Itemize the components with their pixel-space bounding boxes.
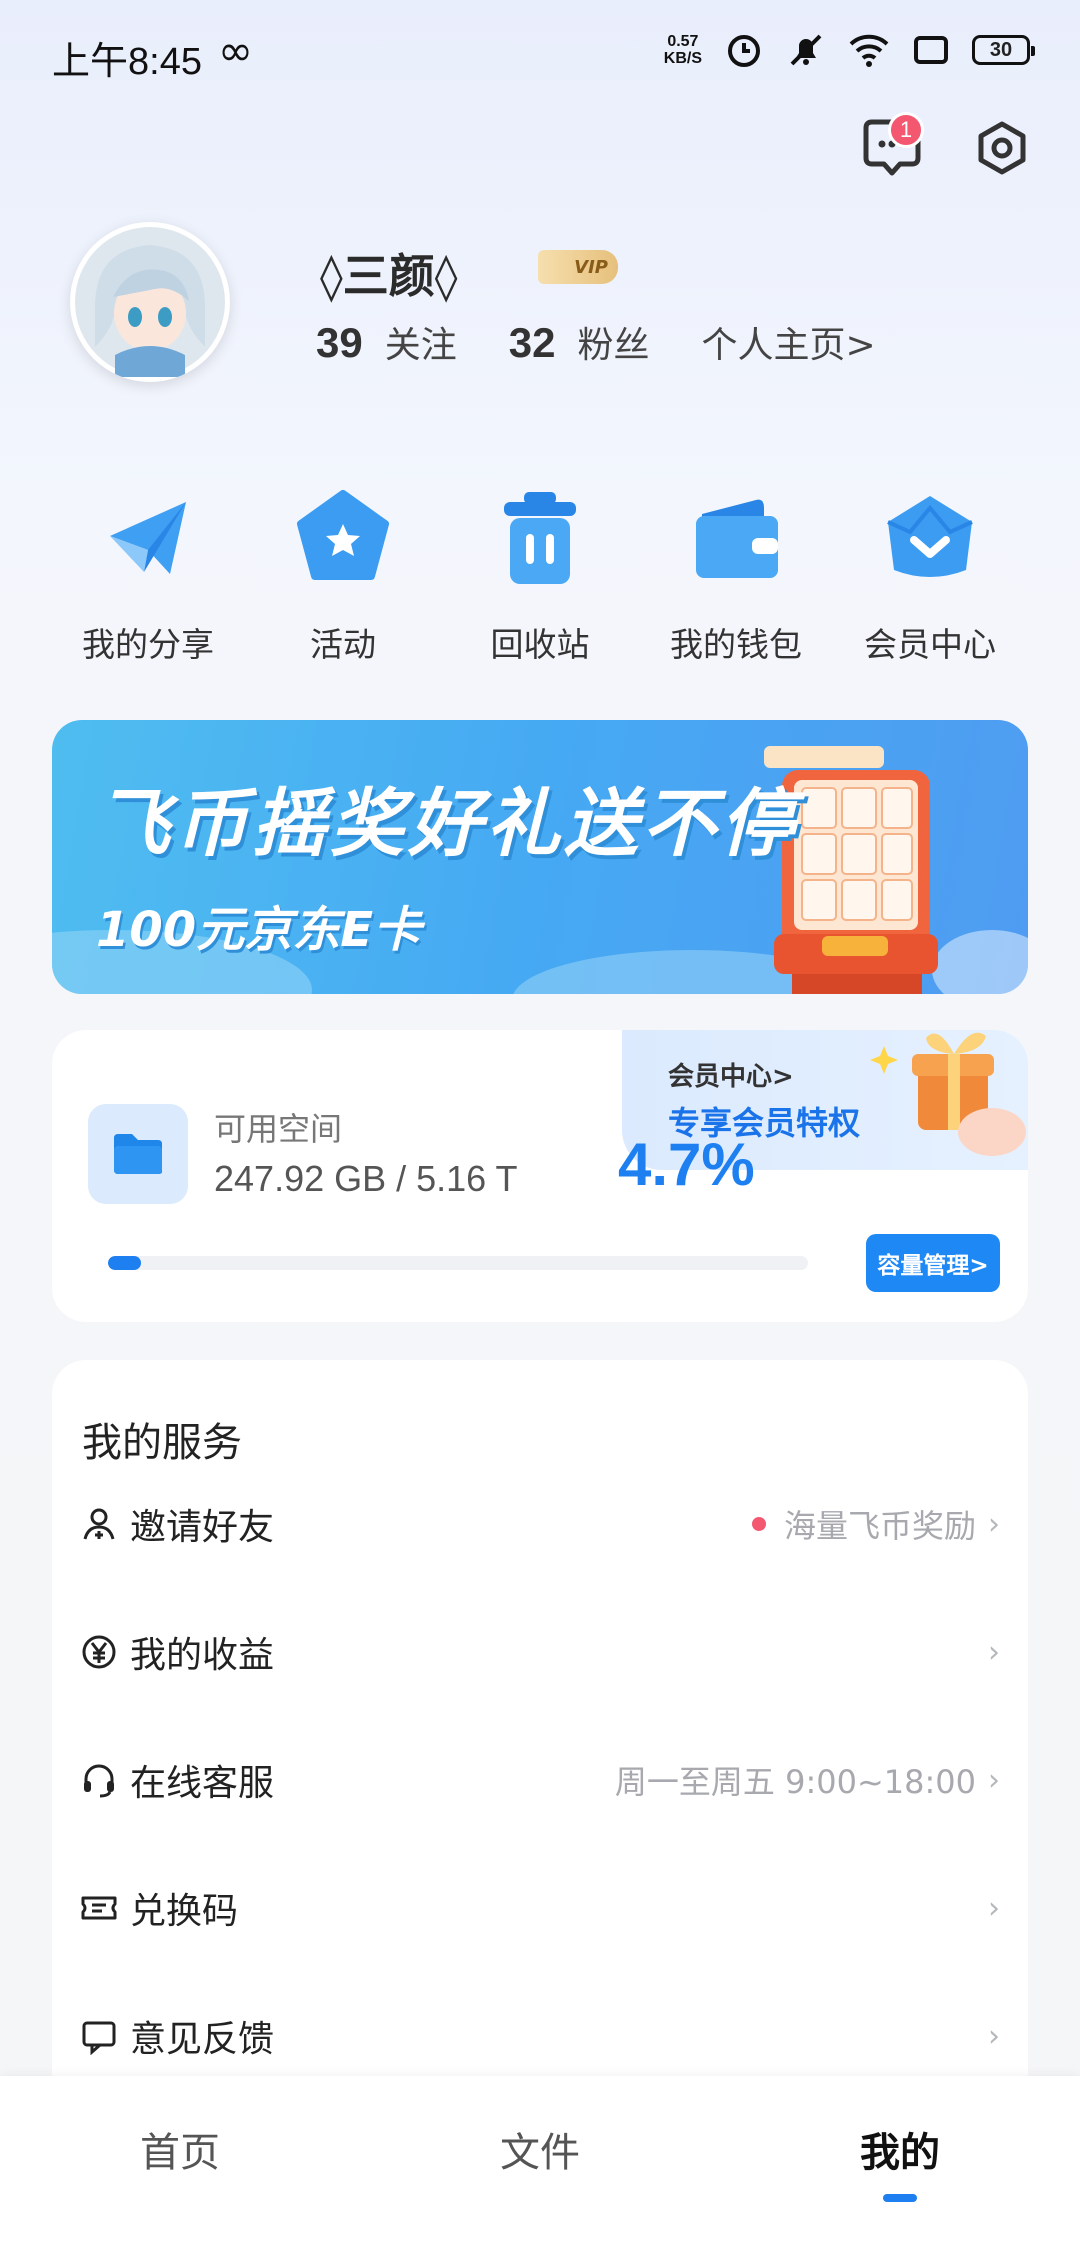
net-speed-unit: KB/S [663,50,702,67]
infinity-icon: ∞ [218,26,253,75]
storage-card: 会员中心> 专享会员特权 可用空间 247.92 GB / 5.16 T 4.7… [52,1030,1028,1322]
headset-icon [84,1764,114,1798]
folder-icon [114,1134,162,1174]
quick-action-label: 我的分享 [82,625,214,664]
yuan-coin-icon [82,1635,116,1669]
my-services-card: 我的服务 邀请好友 海量飞币奖励 › 我的收益 › 在线客服 周一至周五 9:0… [52,1360,1028,2180]
bottom-navigation: 首页 文件 我的 [0,2076,1080,2244]
service-hint: 海量飞币奖励 [783,1507,976,1545]
status-bar: 上午8:45 ∞ 0.57 KB/S 30 [0,0,1080,110]
service-item-redeem-code[interactable]: 兑换码 › [52,1844,1028,1972]
service-label: 兑换码 [130,1891,239,1932]
service-label: 我的收益 [130,1635,275,1676]
capacity-manage-button[interactable]: 容量管理> [866,1234,1000,1292]
chevron-right-icon: › [988,1634,1000,1670]
crown-icon [887,496,973,577]
wallet-icon [696,499,778,578]
trash-icon [504,492,576,584]
service-label: 在线客服 [130,1763,275,1804]
chevron-right-icon: › [988,1506,1000,1542]
service-item-online-support[interactable]: 在线客服 周一至周五 9:00~18:00 › [52,1716,1028,1844]
service-item-my-earnings[interactable]: 我的收益 › [52,1588,1028,1716]
promo-banner[interactable]: 飞币摇奖好礼送不停 100元京东E卡 [52,720,1028,994]
net-speed-value: 0.57 [667,33,699,50]
space-label: 可用空间 [214,1110,343,1148]
banner-title: 飞币摇奖好礼送不停 [96,781,798,867]
paper-plane-icon [110,502,186,574]
wifi-icon [849,34,889,67]
net-speed: 0.57 KB/S [664,33,702,67]
service-label: 意见反馈 [130,2019,275,2060]
nav-files[interactable]: 文件 [440,2120,640,2178]
settings-icon[interactable] [974,120,1030,176]
service-hint: 周一至周五 9:00~18:00 [614,1763,976,1801]
invite-user-icon [83,1508,115,1540]
service-right: 周一至周五 9:00~18:00 [615,1757,976,1803]
mute-icon [790,34,822,66]
quick-actions: 我的分享 活动 回收站 我的钱包 会员中心 [0,488,1080,678]
following-count[interactable]: 39 [316,319,363,367]
gift-icon [870,1032,1026,1156]
chevron-right-icon: › [988,2018,1000,2054]
banner-subtitle: 100元京东E卡 [96,902,421,958]
quick-action-recycle-bin[interactable]: 回收站 [455,488,625,666]
ticket-icon [81,1896,117,1920]
avatar[interactable] [70,222,230,382]
status-icons: 0.57 KB/S 30 [664,30,1035,70]
storage-progress-fill [108,1256,141,1270]
fans-count[interactable]: 32 [509,319,556,367]
space-value: 247.92 GB / 5.16 T [214,1158,518,1199]
vip-center-link[interactable]: 会员中心> [668,1056,794,1093]
nav-active-indicator [883,2194,917,2202]
folder-icon-box [88,1104,188,1204]
chevron-right-icon: › [988,1890,1000,1926]
nav-mine[interactable]: 我的 [800,2120,1000,2178]
quick-action-label: 我的钱包 [670,625,802,664]
service-label: 邀请好友 [130,1507,275,1548]
following-label[interactable]: 关注 [385,316,457,368]
quick-action-wallet[interactable]: 我的钱包 [651,488,821,666]
username: ◊三颜◊ [320,249,458,303]
nav-home[interactable]: 首页 [80,2120,280,2178]
quick-action-my-share[interactable]: 我的分享 [63,488,233,666]
battery-icon: 30 [972,35,1035,65]
fans-label[interactable]: 粉丝 [577,316,649,368]
quick-action-activity[interactable]: 活动 [258,488,428,666]
usage-percent: 4.7% [618,1131,755,1198]
service-right: 海量飞币奖励 [751,1501,976,1547]
quick-action-member-center[interactable]: 会员中心 [845,488,1015,666]
screen-icon [914,36,948,64]
quick-action-label: 回收站 [490,625,590,664]
vip-badge[interactable]: VIP [538,250,618,284]
avatar-image [75,227,225,377]
feedback-icon [82,2021,116,2055]
storage-progress-track [108,1256,808,1270]
chevron-right-icon: › [988,1762,1000,1798]
quick-action-label: 会员中心 [864,625,996,664]
star-badge-icon [297,490,389,580]
quick-action-label: 活动 [310,625,376,664]
alarm-icon [728,35,760,67]
status-time: 上午8:45 [52,41,202,83]
notification-dot [751,1517,766,1531]
profile-stats: 39 关注 32 粉丝 个人主页> [316,316,876,368]
homepage-link[interactable]: 个人主页> [701,316,875,368]
message-badge: 1 [888,112,924,148]
service-item-invite-friends[interactable]: 邀请好友 海量飞币奖励 › [52,1460,1028,1588]
